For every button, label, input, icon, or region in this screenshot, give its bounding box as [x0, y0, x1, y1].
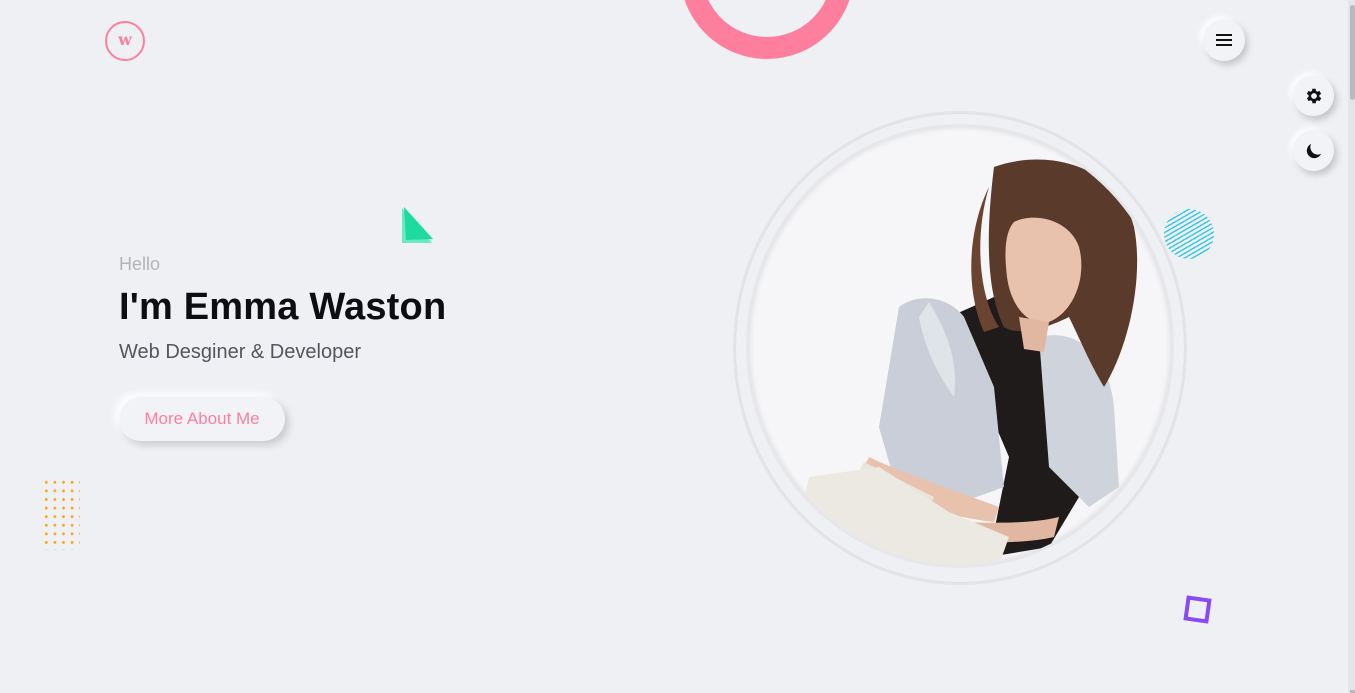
profile-photo-illustration: [789, 159, 1138, 565]
scrollbar-thumb[interactable]: [1350, 5, 1355, 100]
settings-button[interactable]: [1293, 75, 1334, 116]
site-logo[interactable]: w: [105, 21, 145, 61]
decorative-green-triangle: [402, 207, 433, 243]
logo-letter: w: [118, 30, 132, 49]
theme-toggle-button[interactable]: [1293, 130, 1334, 171]
gear-icon: [1306, 88, 1321, 103]
decorative-purple-square: [1183, 595, 1212, 624]
hamburger-icon: [1216, 34, 1232, 46]
more-about-me-button[interactable]: More About Me: [119, 397, 285, 441]
hero-role: Web Desginer & Developer: [119, 341, 361, 363]
decorative-pink-ring: [680, 0, 854, 59]
profile-photo: [749, 127, 1171, 565]
decorative-striped-circle: [1164, 209, 1214, 259]
decorative-dot-grid: [42, 478, 80, 550]
page-scrollbar[interactable]: [1348, 0, 1355, 693]
hero-name: I'm Emma Waston: [119, 286, 447, 328]
moon-icon: [1306, 143, 1321, 158]
menu-button[interactable]: [1203, 19, 1245, 61]
greeting-text: Hello: [119, 254, 161, 274]
